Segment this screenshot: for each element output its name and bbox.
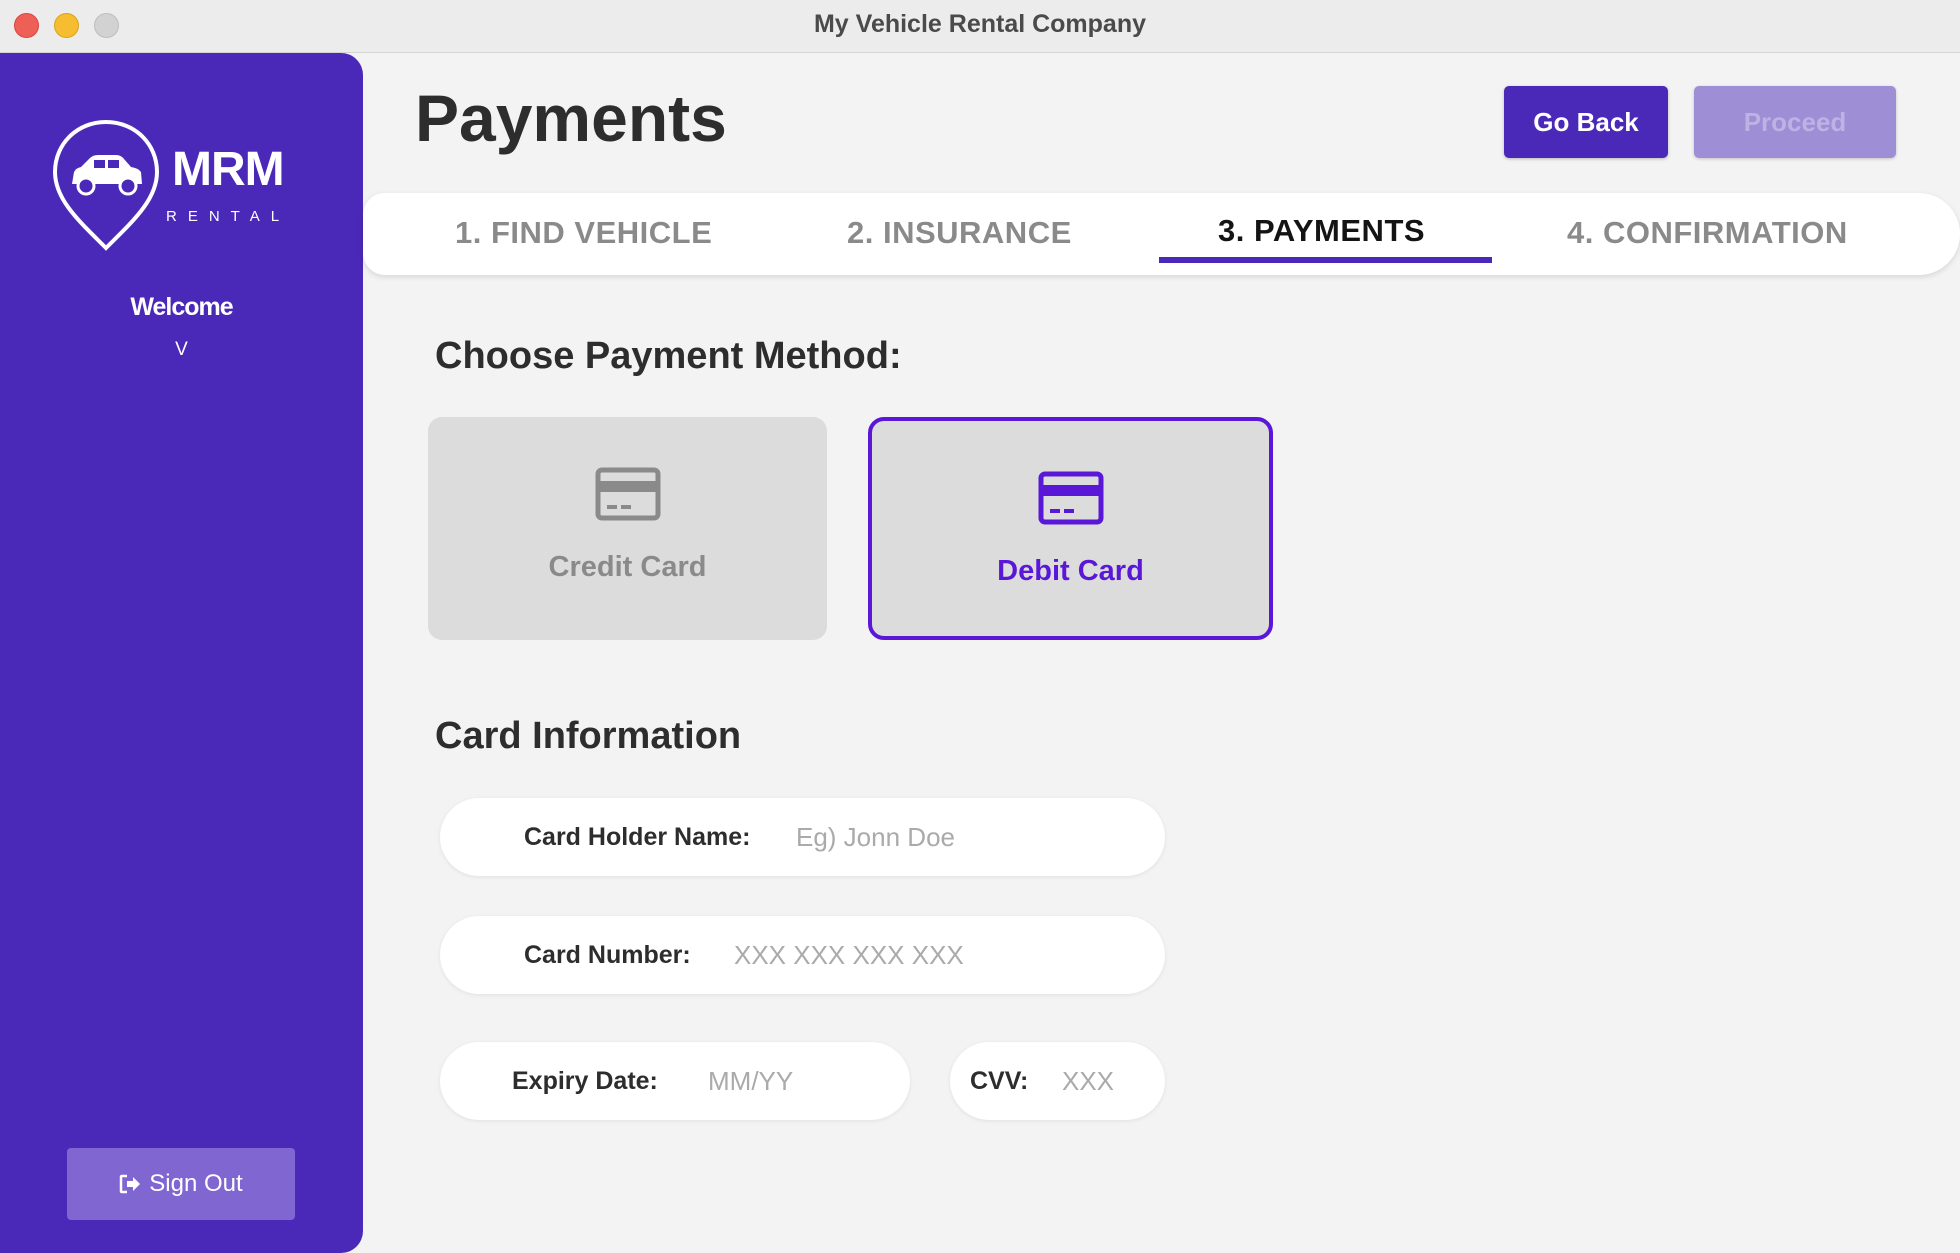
page-title: Payments [415, 81, 727, 155]
payment-method-heading: Choose Payment Method: [435, 335, 902, 377]
credit-card-icon [595, 467, 660, 521]
debit-card-label: Debit Card [997, 555, 1144, 587]
steps-tab-bar: 1. FIND VEHICLE 2. INSURANCE 3. PAYMENTS… [363, 193, 1960, 275]
card-number-field: Card Number: [440, 916, 1165, 994]
card-information-heading: Card Information [435, 715, 742, 757]
expiry-date-field: Expiry Date: [440, 1042, 910, 1120]
expiry-date-label: Expiry Date: [512, 1067, 658, 1095]
sign-out-button[interactable]: Sign Out [67, 1148, 295, 1220]
card-holder-name-field: Card Holder Name: [440, 798, 1165, 876]
debit-card-option[interactable]: Debit Card [868, 417, 1273, 640]
username: V [175, 339, 188, 360]
sidebar: MRM RENTAL Welcome V Sign Out [0, 53, 363, 1253]
sign-out-label: Sign Out [149, 1170, 243, 1197]
credit-card-label: Credit Card [548, 551, 707, 583]
credit-card-option[interactable]: Credit Card [428, 417, 827, 640]
go-back-button[interactable]: Go Back [1504, 86, 1668, 158]
card-holder-name-input[interactable] [796, 816, 1136, 858]
step-confirmation[interactable]: 4. CONFIRMATION [1567, 215, 1848, 251]
welcome-text: Welcome [130, 293, 233, 321]
card-number-input[interactable] [734, 934, 1134, 976]
card-number-label: Card Number: [524, 941, 691, 969]
step-insurance[interactable]: 2. INSURANCE [847, 215, 1072, 251]
title-bar: My Vehicle Rental Company [0, 0, 1960, 53]
cvv-input[interactable] [1062, 1060, 1152, 1102]
location-pin-car-icon [52, 119, 160, 251]
step-payments[interactable]: 3. PAYMENTS [1218, 213, 1425, 249]
logo-tagline: RENTAL [166, 208, 291, 225]
cvv-label: CVV: [970, 1067, 1029, 1095]
debit-card-icon [1038, 471, 1103, 525]
sign-out-icon [120, 1174, 141, 1194]
active-step-indicator [1159, 257, 1492, 263]
logo-name: MRM [172, 143, 285, 196]
step-find-vehicle[interactable]: 1. FIND VEHICLE [455, 215, 712, 251]
card-holder-name-label: Card Holder Name: [524, 823, 751, 851]
proceed-button: Proceed [1694, 86, 1896, 158]
cvv-field: CVV: [950, 1042, 1165, 1120]
expiry-date-input[interactable] [708, 1060, 888, 1102]
window-title: My Vehicle Rental Company [813, 10, 1147, 38]
logo: MRM RENTAL [50, 118, 300, 253]
